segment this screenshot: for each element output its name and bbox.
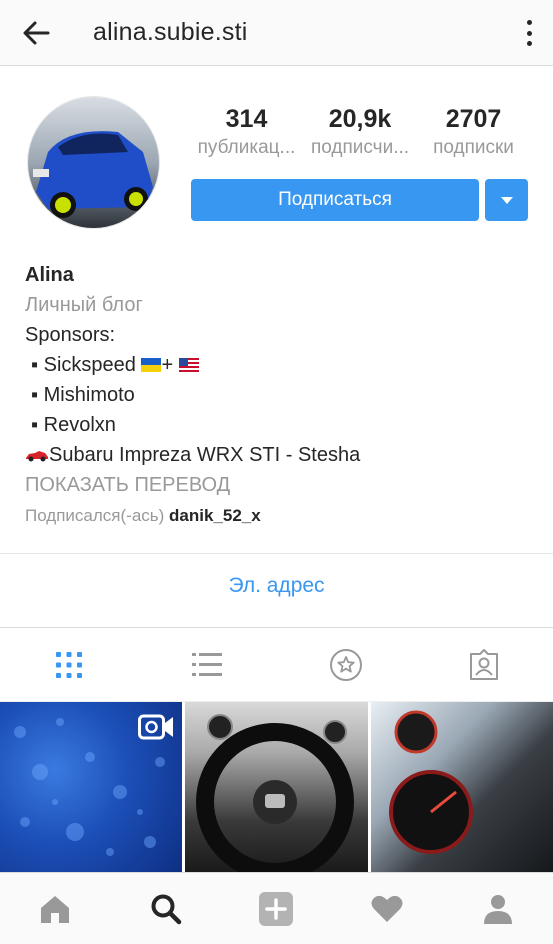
stat-following-label: подписки	[433, 137, 514, 158]
video-camera-icon	[138, 714, 174, 740]
tab-tagged[interactable]	[415, 628, 553, 701]
show-translation-link[interactable]: ПОКАЗАТЬ ПЕРЕВОД	[25, 470, 535, 500]
post-thumbnail[interactable]	[0, 702, 183, 872]
race-car-icon	[25, 441, 49, 462]
sponsor-plus: +	[161, 354, 174, 376]
post-thumbnail[interactable]	[370, 702, 553, 872]
posts-grid	[0, 702, 553, 872]
email-button[interactable]: Эл. адрес	[0, 574, 553, 598]
stat-followers-label: подписчи...	[310, 137, 410, 158]
stat-followers-count: 20,9k	[328, 105, 392, 133]
tagged-person-icon	[469, 648, 498, 680]
follow-button[interactable]: Подписаться	[191, 179, 479, 221]
heart-icon	[371, 895, 403, 922]
nav-home[interactable]	[0, 873, 111, 944]
ukraine-flag-icon	[141, 358, 162, 372]
sponsor-name: ▪ Sickspeed	[31, 354, 136, 376]
top-bar: alina.subie.sti	[0, 0, 553, 66]
more-options-icon[interactable]	[523, 16, 535, 50]
list-icon	[192, 652, 223, 676]
nav-search[interactable]	[111, 873, 222, 944]
bottom-navigation	[0, 872, 553, 944]
car-line: Subaru Impreza WRX STI - Stesha	[25, 440, 535, 470]
search-icon	[151, 894, 182, 924]
sponsors-heading: Sponsors:	[25, 324, 116, 346]
suggestions-dropdown-button[interactable]	[485, 179, 528, 221]
tab-list[interactable]	[138, 628, 276, 701]
profile-bio: Alina Личный блог Sponsors: ▪ Sickspeed …	[25, 260, 535, 500]
followed-by-prefix: Подписался(-ась)	[25, 506, 165, 525]
stat-posts[interactable]: 314 публикац...	[190, 104, 303, 162]
profile-stats: 314 публикац... 20,9k подписчи... 2707 п…	[190, 104, 530, 162]
nav-add-post[interactable]	[221, 873, 332, 944]
divider	[0, 553, 553, 554]
avatar[interactable]	[27, 96, 160, 229]
profile-name: Alina	[25, 264, 74, 286]
stat-following[interactable]: 2707 подписки	[417, 104, 530, 162]
nav-activity[interactable]	[332, 873, 443, 944]
profile-icon	[483, 894, 512, 924]
stat-following-count: 2707	[445, 105, 502, 133]
sponsor-item: ▪ Sickspeed +	[25, 350, 535, 380]
tab-grid[interactable]	[0, 628, 138, 701]
usa-flag-icon	[178, 358, 199, 372]
profile-tabs	[0, 628, 553, 701]
star-circle-icon	[329, 648, 362, 681]
followed-by-user: danik_52_x	[169, 506, 261, 525]
stat-posts-label: публикац...	[197, 137, 296, 158]
back-arrow-icon[interactable]	[20, 17, 52, 49]
sponsor-item: ▪ Revolxn	[31, 414, 116, 436]
followed-by[interactable]: Подписался(-ась) danik_52_x	[25, 506, 261, 526]
sponsor-item: ▪ Mishimoto	[31, 384, 135, 406]
add-post-icon	[259, 891, 294, 926]
stat-followers[interactable]: 20,9k подписчи...	[304, 104, 417, 162]
profile-username: alina.subie.sti	[93, 18, 248, 46]
nav-profile[interactable]	[442, 873, 553, 944]
profile-category: Личный блог	[25, 294, 143, 316]
car-text: Subaru Impreza WRX STI - Stesha	[49, 444, 361, 466]
chevron-down-icon	[500, 196, 513, 204]
post-thumbnail[interactable]	[185, 702, 368, 872]
home-icon	[41, 895, 70, 923]
tab-saved[interactable]	[277, 628, 415, 701]
stat-posts-count: 314	[225, 105, 268, 133]
grid-icon	[56, 651, 83, 678]
